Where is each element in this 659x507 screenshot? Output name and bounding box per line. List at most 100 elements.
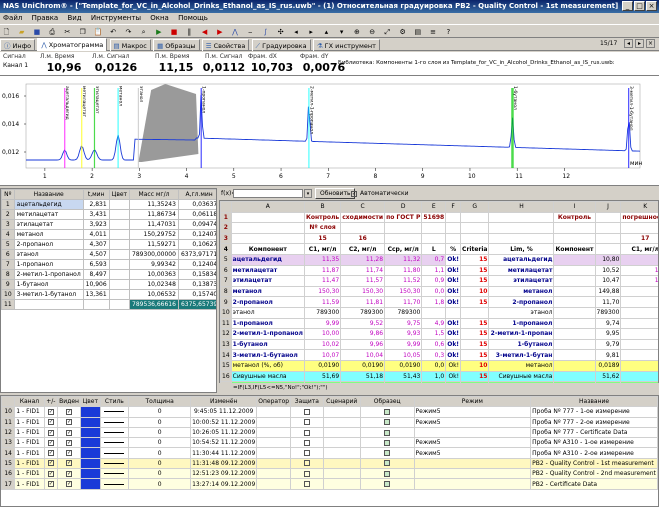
arrow-right-icon[interactable]: ▶: [214, 27, 225, 37]
protection-cell[interactable]: [290, 426, 324, 439]
sample-checkbox[interactable]: [384, 481, 391, 488]
sheet-cell[interactable]: 1,8: [421, 296, 447, 308]
table-row[interactable]: 5 2-пропанол 4,307 11,59271 0,10627: [1, 239, 216, 250]
sheet-cell[interactable]: [421, 306, 447, 319]
protect-checkbox[interactable]: [303, 439, 310, 446]
sample-cell[interactable]: [359, 426, 415, 439]
report-icon[interactable]: ▤: [412, 27, 423, 37]
column-header[interactable]: G: [460, 201, 490, 213]
sheet-cell[interactable]: 0,2: [620, 328, 658, 340]
sheet-cell[interactable]: 789300: [384, 306, 423, 319]
style-cell[interactable]: [99, 406, 130, 418]
style-cell[interactable]: [99, 457, 130, 470]
sheet-row[interactable]: 15 метанол (%, об) 0,0190 0,0190 0,0190 0,0 Ok…: [220, 359, 658, 372]
column-header[interactable]: [220, 201, 232, 213]
sheet-cell[interactable]: Контроль: [303, 211, 342, 224]
sheet-cell[interactable]: [460, 222, 490, 234]
sheet-cell[interactable]: 2,0: [620, 338, 658, 351]
calculator-sheet[interactable]: ABCDEFGHIJKLM1Контрольсходимостипо ГОСТ …: [219, 200, 659, 393]
visible-cell[interactable]: ✓: [57, 447, 81, 459]
protection-cell[interactable]: [290, 437, 324, 449]
sheet-cell[interactable]: Компонент: [553, 243, 596, 255]
expand-checkbox[interactable]: ✓: [47, 450, 54, 457]
table-row[interactable]: 7 1-пропанол 6,593 9,99342 0,12404: [1, 259, 216, 270]
sheet-row[interactable]: 11 1-пропанол 9,99 9,52 9,75 4,9 Ok! 15 1-пропан…: [220, 317, 658, 330]
color-cell[interactable]: [79, 478, 101, 490]
sheet-cell[interactable]: 11,81: [340, 296, 386, 308]
menu-edit[interactable]: Правка: [32, 14, 59, 22]
dropdown-icon[interactable]: ▾: [304, 189, 312, 198]
row-number[interactable]: 16: [220, 370, 232, 383]
peaks-table[interactable]: Nº Название t,мин Цвет Масс мг/л A,гл.ми…: [0, 188, 217, 393]
plus-minus-cell[interactable]: ✓: [43, 426, 59, 439]
sheet-cell[interactable]: [460, 232, 490, 245]
column-header[interactable]: F: [445, 201, 462, 213]
sheet-cell[interactable]: Criteria: [460, 243, 490, 255]
sheet-cell[interactable]: 15: [303, 232, 342, 245]
tab-gc-instrument[interactable]: ⚗ ГХ инструмент: [312, 39, 380, 51]
expand-checkbox[interactable]: ✓: [47, 439, 54, 446]
marker-icon[interactable]: ✣: [275, 27, 286, 37]
sheet-row[interactable]: 3151617☑: [220, 232, 658, 245]
column-header[interactable]: B: [303, 201, 342, 213]
menu-help[interactable]: Помощь: [178, 14, 208, 22]
visible-cell[interactable]: ✓: [57, 457, 81, 470]
sheet-cell[interactable]: [553, 285, 596, 298]
row-number[interactable]: 14: [220, 349, 232, 361]
sheet-cell[interactable]: 150,30: [303, 285, 342, 298]
row-number[interactable]: 5: [220, 253, 232, 266]
sheet-cell[interactable]: ацетальдегид: [488, 253, 555, 266]
sheet-cell[interactable]: 9,96: [340, 338, 386, 351]
sheet-cell[interactable]: 2-метил-1-пропан: [488, 328, 555, 340]
sheet-cell[interactable]: [445, 306, 462, 319]
protect-checkbox[interactable]: [303, 408, 310, 415]
tab-macros[interactable]: ▤ Макрос: [109, 39, 151, 51]
sample-cell[interactable]: [359, 447, 415, 459]
style-cell[interactable]: [99, 416, 130, 428]
sheet-cell[interactable]: этанол: [488, 306, 555, 319]
sheet-cell[interactable]: 9,95: [594, 328, 622, 340]
sheet-cell[interactable]: C1, мг/л: [620, 243, 658, 255]
sample-checkbox[interactable]: [384, 419, 391, 426]
tab-calibration[interactable]: ⟋ Градуировка: [251, 39, 311, 51]
table-row[interactable]: 1 ацетальдегид 2,831 11,35243 0,03637: [1, 199, 216, 210]
sheet-cell[interactable]: 12,2: [620, 264, 658, 277]
visible-checkbox[interactable]: ✓: [66, 481, 73, 488]
sheet-cell[interactable]: [384, 232, 423, 245]
zoom-out-icon[interactable]: ⊖: [367, 27, 378, 37]
sheet-row[interactable]: 10 этанол 789300 789300 789300 этанол 789300: [220, 306, 658, 319]
sheet-cell[interactable]: 0,9: [421, 275, 447, 287]
sheet-cell[interactable]: 9,86: [340, 328, 386, 340]
zoom-icon[interactable]: ⌕: [138, 27, 149, 37]
close-tab-icon[interactable]: ×: [646, 39, 655, 48]
column-header[interactable]: Стиль: [99, 396, 130, 408]
sheet-cell[interactable]: Ok!: [445, 370, 462, 383]
sheet-cell[interactable]: по ГОСТ Р: [384, 211, 423, 224]
layer-row[interactable]: 12 1 - FID1 ✓ ✓ 0 10:26:05 11.12.2009 Проба Nº…: [1, 426, 658, 439]
sheet-cell[interactable]: 0,0: [421, 359, 447, 372]
column-header[interactable]: Режим: [413, 396, 532, 408]
sheet-cell[interactable]: 4,9: [421, 317, 447, 330]
sheet-cell[interactable]: 51,18: [340, 370, 386, 383]
sheet-cell[interactable]: Ok!: [445, 296, 462, 308]
zoom-in-icon[interactable]: ⊕: [351, 27, 362, 37]
sheet-row[interactable]: 12 2-метил-1-пропанол 10,00 9,86 9,93 1,5 Ok! 1…: [220, 328, 658, 340]
sheet-cell[interactable]: [445, 211, 462, 224]
sheet-row[interactable]: 6 метилацетат 11,87 11,74 11,80 1,1 Ok! 15 метил…: [220, 264, 658, 277]
color-cell[interactable]: [79, 457, 101, 470]
table-row[interactable]: 4 метанол 4,011 150,29752 0,12407: [1, 229, 216, 240]
sheet-cell[interactable]: 2,5: [620, 349, 658, 361]
protect-checkbox[interactable]: [303, 419, 310, 426]
sheet-cell[interactable]: 9,79: [594, 338, 622, 351]
menu-windows[interactable]: Окна: [150, 14, 169, 22]
sheet-cell[interactable]: 3-метил-1-бутан: [488, 349, 555, 361]
menu-file[interactable]: Файл: [3, 14, 22, 22]
sheet-cell[interactable]: [553, 338, 596, 351]
visible-checkbox[interactable]: ✓: [66, 419, 73, 426]
visible-cell[interactable]: ✓: [57, 468, 81, 480]
column-header[interactable]: Изменён: [190, 396, 258, 408]
sheet-cell[interactable]: 10,04: [340, 349, 386, 361]
sheet-cell[interactable]: Контроль: [553, 211, 596, 224]
sheet-cell[interactable]: 11,74: [340, 264, 386, 277]
row-number[interactable]: 6: [220, 264, 232, 277]
